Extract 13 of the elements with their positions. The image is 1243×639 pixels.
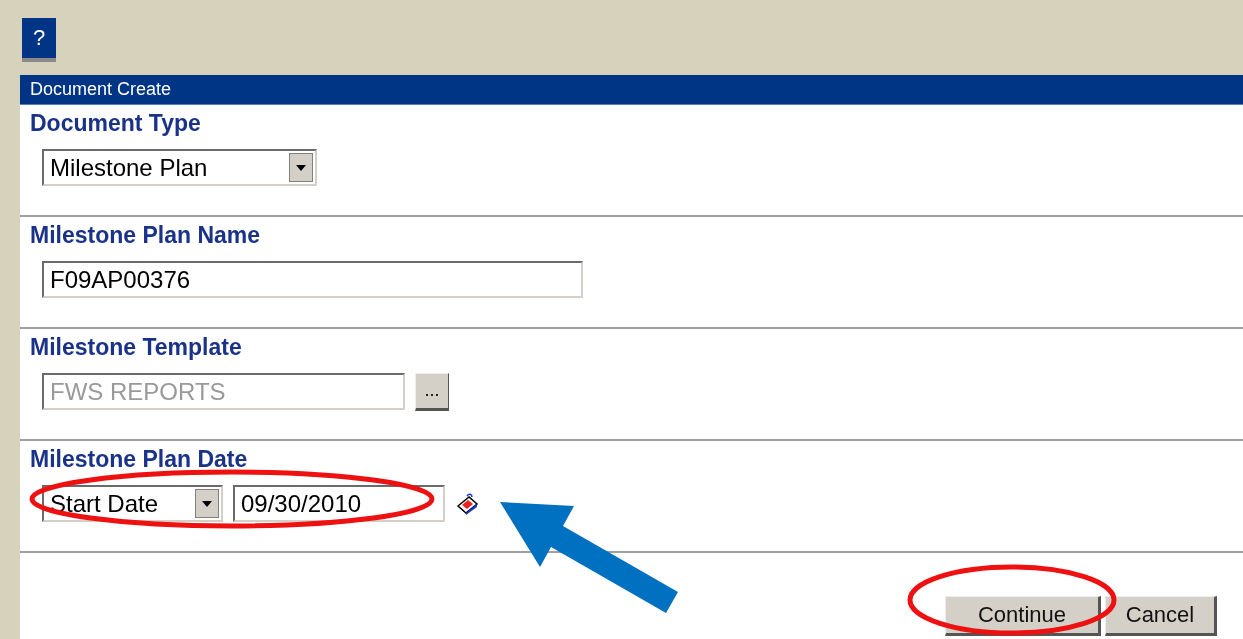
cancel-button[interactable]: Cancel [1105, 596, 1217, 636]
help-button[interactable]: ? [22, 18, 56, 62]
field-label: Document Type [30, 111, 201, 135]
calendar-icon[interactable] [455, 491, 479, 516]
field-label: Milestone Template [30, 335, 242, 359]
plan-name-field[interactable]: F09AP00376 [42, 261, 583, 298]
dropdown-caret-icon[interactable] [289, 153, 313, 182]
field-label: Milestone Plan Date [30, 447, 248, 471]
dropdown-caret-icon[interactable] [195, 489, 219, 518]
panel-title: Document Create [20, 75, 1243, 105]
field-label: Milestone Plan Name [30, 223, 261, 247]
date-field[interactable]: 09/30/2010 [233, 485, 445, 522]
document-type-dropdown[interactable]: Milestone Plan [42, 149, 317, 186]
